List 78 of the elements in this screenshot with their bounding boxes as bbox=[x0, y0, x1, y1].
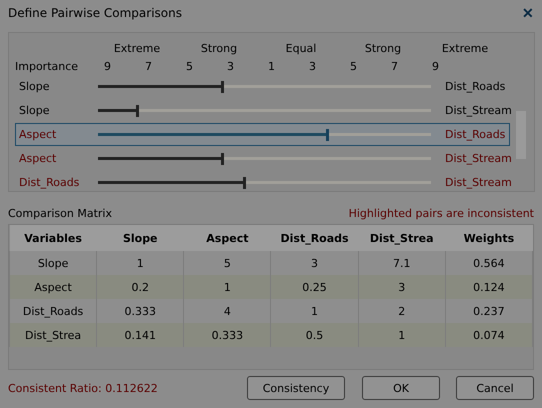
table-cell: Dist_Strea bbox=[10, 323, 97, 347]
window-title: Define Pairwise Comparisons bbox=[8, 6, 182, 20]
section-title: Comparison Matrix bbox=[8, 207, 112, 221]
table-cell: 0.5 bbox=[270, 323, 358, 347]
table-cell: 7.1 bbox=[358, 251, 446, 275]
dialog-button[interactable]: Consistency bbox=[247, 376, 345, 400]
table-cell: 0.2 bbox=[96, 275, 184, 299]
slider-thumb[interactable] bbox=[220, 80, 224, 92]
comparison-row[interactable]: Slope Dist_Roads bbox=[15, 75, 510, 98]
warning-text: Highlighted pairs are inconsistent bbox=[348, 207, 534, 221]
variable-label: Slope bbox=[19, 80, 51, 93]
variable-label: Dist_Stream bbox=[445, 104, 512, 117]
comparison-row[interactable]: Dist_Roads Dist_Stream bbox=[15, 171, 510, 191]
table-cell: 4 bbox=[184, 299, 271, 323]
variable-label: Dist_Stream bbox=[445, 152, 512, 165]
scale-number: 5 bbox=[185, 60, 194, 72]
scale-number: 5 bbox=[349, 60, 358, 72]
scale-number: 7 bbox=[144, 60, 153, 72]
table-cell: Slope bbox=[10, 251, 97, 275]
dialog-button[interactable]: OK bbox=[362, 376, 440, 400]
column-header: Variables bbox=[10, 225, 97, 251]
slider-thumb[interactable] bbox=[326, 128, 329, 140]
column-header: Dist_Strea bbox=[358, 225, 446, 251]
table-cell: 0.333 bbox=[96, 299, 184, 323]
scale-number: 1 bbox=[267, 60, 276, 72]
slider-thumb[interactable] bbox=[242, 176, 246, 188]
column-header: Aspect bbox=[184, 225, 271, 251]
close-button[interactable]: ✕ bbox=[520, 5, 536, 21]
variable-label: Dist_Roads bbox=[445, 128, 506, 141]
column-header: Slope bbox=[96, 225, 184, 251]
slider-thumb[interactable] bbox=[220, 152, 224, 164]
scale-number: 7 bbox=[390, 60, 399, 72]
strength-label: Strong bbox=[364, 42, 402, 54]
scale-number: 9 bbox=[431, 60, 440, 72]
slider[interactable] bbox=[98, 80, 431, 92]
variable-label: Slope bbox=[19, 104, 51, 117]
variable-label: Aspect bbox=[19, 152, 58, 165]
column-header: Dist_Roads bbox=[270, 225, 358, 251]
importance-label: Importance bbox=[14, 60, 80, 72]
strength-label: Extreme bbox=[440, 42, 490, 54]
table-cell: 1 bbox=[96, 251, 184, 275]
comparison-row[interactable]: Slope Dist_Stream bbox=[15, 99, 510, 122]
table-cell: 3 bbox=[270, 251, 358, 275]
table-cell: Dist_Roads bbox=[10, 299, 97, 323]
column-header: Weights bbox=[445, 225, 532, 251]
table-cell: 1 bbox=[184, 275, 271, 299]
comparison-row[interactable]: Aspect Dist_Stream bbox=[15, 147, 510, 170]
scale-number: 3 bbox=[226, 60, 235, 72]
table-cell: 0.237 bbox=[445, 299, 532, 323]
table-cell: 2 bbox=[358, 299, 446, 323]
ratio-text: Consistent Ratio: 0.112622 bbox=[8, 382, 159, 394]
dialog-button[interactable]: Cancel bbox=[456, 376, 534, 400]
comparison-row[interactable]: Aspect Dist_Roads bbox=[15, 123, 510, 146]
table-cell: Aspect bbox=[10, 275, 97, 299]
table-cell: 0.25 bbox=[270, 275, 358, 299]
variable-label: Dist_Stream bbox=[445, 176, 512, 189]
scale-number: 3 bbox=[308, 60, 317, 72]
table-cell: 5 bbox=[184, 251, 271, 275]
table-cell: 0.124 bbox=[445, 275, 532, 299]
slider[interactable] bbox=[98, 152, 431, 164]
table-cell: 0.074 bbox=[445, 323, 532, 347]
table-cell: 0.333 bbox=[184, 323, 271, 347]
scale-number: 9 bbox=[103, 60, 112, 72]
strength-label: Extreme bbox=[112, 42, 162, 54]
table-cell: 0.564 bbox=[445, 251, 532, 275]
strength-label: Strong bbox=[200, 42, 238, 54]
slider[interactable] bbox=[98, 128, 431, 140]
variable-label: Aspect bbox=[19, 128, 58, 141]
table-cell: 1 bbox=[358, 323, 446, 347]
variable-label: Dist_Roads bbox=[19, 176, 80, 189]
table-cell: 3 bbox=[358, 275, 446, 299]
slider[interactable] bbox=[98, 176, 431, 188]
strength-label: Equal bbox=[284, 42, 318, 54]
slider[interactable] bbox=[98, 104, 431, 116]
slider-thumb[interactable] bbox=[136, 104, 139, 116]
table-cell: 0.141 bbox=[96, 323, 184, 347]
table-cell: 1 bbox=[270, 299, 358, 323]
variable-label: Dist_Roads bbox=[445, 80, 506, 93]
